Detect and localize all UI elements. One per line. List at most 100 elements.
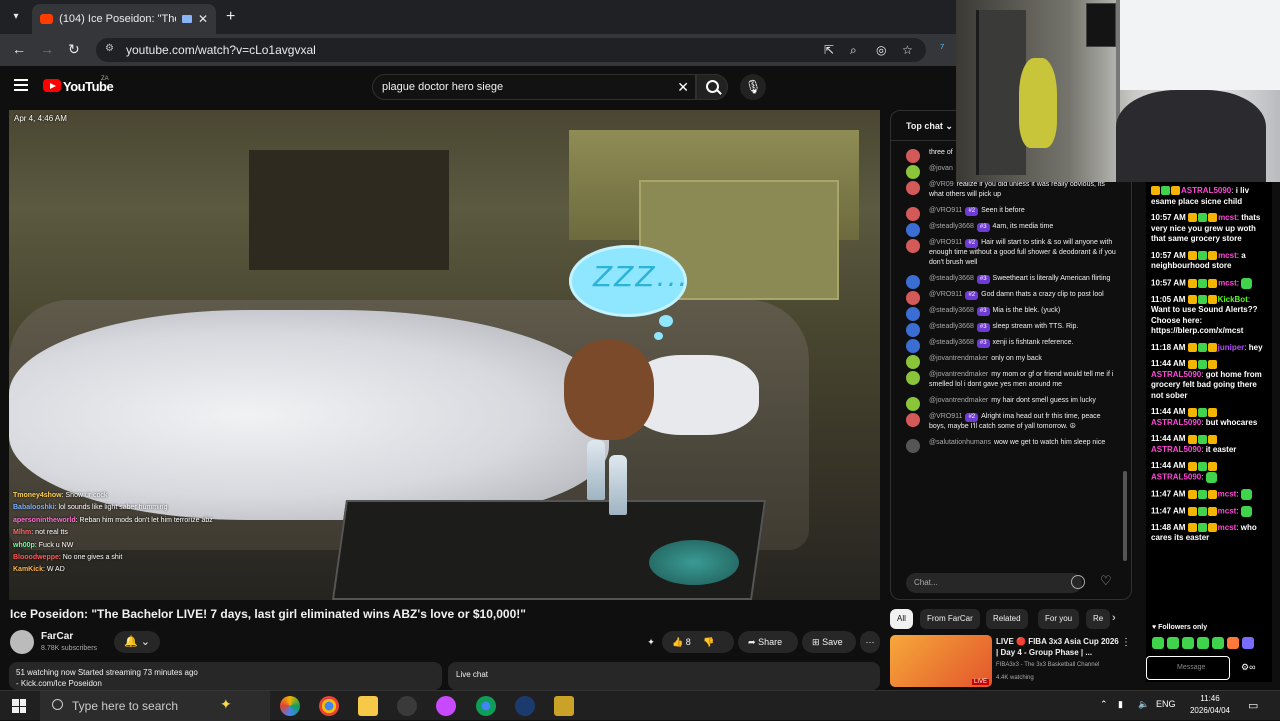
video-player[interactable]: ZZZ... Apr 4, 4:46 AM Tmoney4show: Show …	[9, 110, 880, 600]
recommended-thumbnail[interactable]: LIVE	[890, 635, 992, 687]
back-icon[interactable]: ←	[12, 41, 26, 57]
chat-author[interactable]: @jovantrendmaker	[929, 355, 988, 362]
chat-avatar[interactable]	[906, 239, 920, 253]
chat-author[interactable]: @jovantrendmaker	[929, 371, 988, 378]
chat-author[interactable]: @VR09	[929, 181, 954, 188]
emote-icon[interactable]	[1167, 637, 1179, 649]
close-tab-icon[interactable]: ✕	[198, 12, 208, 26]
chat-author[interactable]: @VRO911	[929, 239, 962, 246]
browser-tab[interactable]: (104) Ice Poseidon: "The Ba ✕	[32, 4, 216, 34]
chat-author[interactable]: @steadly3668	[929, 223, 974, 230]
channel-avatar[interactable]	[10, 630, 34, 654]
extension-icon[interactable]: ⁷	[940, 41, 944, 55]
shopping-icon[interactable]: ✦	[640, 631, 662, 653]
notifications-icon[interactable]: ▭	[1248, 699, 1258, 712]
app-icon[interactable]	[436, 696, 456, 716]
chat-author[interactable]: @VRO911	[929, 413, 962, 420]
obs-icon[interactable]	[397, 696, 417, 716]
dislike-icon[interactable]: 👎	[703, 637, 714, 647]
chat-author[interactable]: @VRO911	[929, 207, 962, 214]
copilot-icon[interactable]	[280, 696, 300, 716]
chat-scrollbar[interactable]	[1123, 471, 1127, 561]
chat-message[interactable]: @jovantrendmaker only on my back	[891, 351, 1123, 369]
forward-icon[interactable]: →	[40, 41, 54, 57]
kick-chat-user[interactable]: ASTRAL5090	[1181, 186, 1231, 195]
chat-message[interactable]: @salutationhumans wow we get to watch him…	[891, 435, 1123, 453]
site-info-icon[interactable]: ⚙	[105, 43, 117, 55]
menu-icon[interactable]	[14, 79, 28, 91]
emote-icon[interactable]	[1227, 637, 1239, 649]
chat-message[interactable]: @steadly3668 #3 Mia is the blek. (yuck)	[891, 303, 1123, 321]
emote-icon[interactable]	[1152, 637, 1164, 649]
chat-author[interactable]: @steadly3668	[929, 275, 974, 282]
chat-author[interactable]: @jovan	[929, 165, 953, 172]
language-indicator[interactable]: ENG	[1156, 699, 1176, 709]
channel-name[interactable]: FarCar	[41, 631, 73, 642]
chat-author[interactable]: @VRO911	[929, 291, 962, 298]
chat-message[interactable]: @steadly3668 #3 Sweetheart is literally Am…	[891, 271, 1123, 289]
taskbar-search[interactable]: Type here to search ✦	[40, 691, 270, 721]
chat-message[interactable]: @steadly3668 #3 4am, its media time	[891, 219, 1123, 237]
taskbar-clock[interactable]: 11:46 2026/04/04	[1184, 693, 1236, 717]
live-chat-toggle[interactable]: Live chat	[448, 662, 880, 690]
clear-search-icon[interactable]: ✕	[677, 79, 689, 96]
recommended-channel[interactable]: FIBA3x3 - The 3x3 Basketball Channel	[996, 662, 1099, 668]
windows-start-icon[interactable]	[12, 699, 26, 713]
chat-author[interactable]: @jovantrendmaker	[929, 397, 988, 404]
emoji-icon[interactable]	[1071, 575, 1085, 589]
recommended-menu-icon[interactable]: ⋮	[1121, 637, 1131, 648]
share-button[interactable]: ➦ Share	[738, 631, 798, 653]
chat-avatar[interactable]	[906, 181, 920, 195]
notification-bell-button[interactable]: 🔔 ⌄	[114, 631, 160, 653]
tab-search-button[interactable]: ▾	[6, 7, 26, 27]
tray-chevron-icon[interactable]: ⌃	[1100, 699, 1108, 710]
kick-chat-user[interactable]: ASTRAL5090	[1151, 445, 1201, 454]
kick-message-input[interactable]: Message	[1146, 656, 1230, 680]
chat-mode-dropdown[interactable]: Top chat ⌄	[906, 121, 953, 132]
game-icon[interactable]	[554, 696, 574, 716]
kick-chat-user[interactable]: juniper	[1218, 343, 1245, 352]
like-dislike-button[interactable]: 👍 8 👎	[662, 631, 734, 653]
kick-chat-user[interactable]: KickBot	[1218, 295, 1248, 304]
chrome-icon[interactable]	[319, 696, 339, 716]
filter-chip[interactable]: Re	[1086, 609, 1111, 629]
tracking-protection-icon[interactable]: ◎	[876, 43, 886, 57]
heart-icon[interactable]: ♡	[1100, 573, 1112, 589]
kick-settings-icon[interactable]: ⚙∞	[1241, 662, 1255, 673]
chat-input[interactable]: Chat...	[906, 573, 1082, 593]
kick-chat-user[interactable]: mcst	[1218, 278, 1237, 287]
reload-icon[interactable]: ↻	[68, 41, 80, 58]
chat-author[interactable]: @steadly3668	[929, 307, 974, 314]
chat-avatar[interactable]	[906, 439, 920, 453]
chat-message[interactable]: @VRO911 #2 God damn thats a crazy clip to …	[891, 287, 1123, 305]
save-button[interactable]: ⊞ Save	[802, 631, 856, 653]
chat-author[interactable]: @steadly3668	[929, 339, 974, 346]
zoom-icon[interactable]: ⌕	[850, 43, 857, 58]
filter-chip[interactable]: All	[890, 609, 913, 629]
filter-chip[interactable]: From FarCar	[920, 609, 980, 629]
recommended-title[interactable]: LIVE 🔴 FIBA 3x3 Asia Cup 2026 | Day 4 - …	[996, 636, 1121, 658]
emote-icon[interactable]	[1182, 637, 1194, 649]
chat-message[interactable]: @jovantrendmaker my mom or gf or friend w…	[891, 367, 1123, 393]
kick-emote-bar[interactable]	[1152, 637, 1254, 649]
youtube-logo-icon[interactable]	[43, 79, 61, 92]
emote-icon[interactable]	[1197, 637, 1209, 649]
like-icon[interactable]: 👍	[672, 637, 683, 647]
chat-message[interactable]: @VRO911 #2 Seen it before	[891, 203, 1123, 221]
chat-message[interactable]: @VRO911 #2 Alright ima head out fr this ti…	[891, 409, 1123, 435]
chat-author[interactable]: @salutationhumans	[929, 439, 991, 446]
install-app-icon[interactable]: ⇱	[824, 43, 834, 57]
kick-chat-user[interactable]: mcst	[1218, 523, 1237, 532]
address-bar[interactable]: ⚙ youtube.com/watch?v=cLo1avgvxal ⇱ ⌕ ◎ …	[96, 38, 926, 62]
tray-app-icon[interactable]: ▮	[1118, 699, 1123, 710]
steam-icon[interactable]	[515, 696, 535, 716]
chat-message[interactable]: @jovantrendmaker my hair dont smell guess…	[891, 393, 1123, 411]
bookmark-star-icon[interactable]: ☆	[902, 43, 913, 57]
filter-chip[interactable]: Related	[986, 609, 1028, 629]
emote-icon[interactable]	[1242, 637, 1254, 649]
filter-chip[interactable]: For you	[1038, 609, 1080, 629]
description-box[interactable]: 51 watching now Started streaming 73 min…	[9, 662, 442, 690]
kick-chat-user[interactable]: ASTRAL5090	[1151, 418, 1201, 427]
chat-avatar[interactable]	[906, 371, 920, 385]
more-actions-button[interactable]: ⋯	[860, 631, 880, 653]
